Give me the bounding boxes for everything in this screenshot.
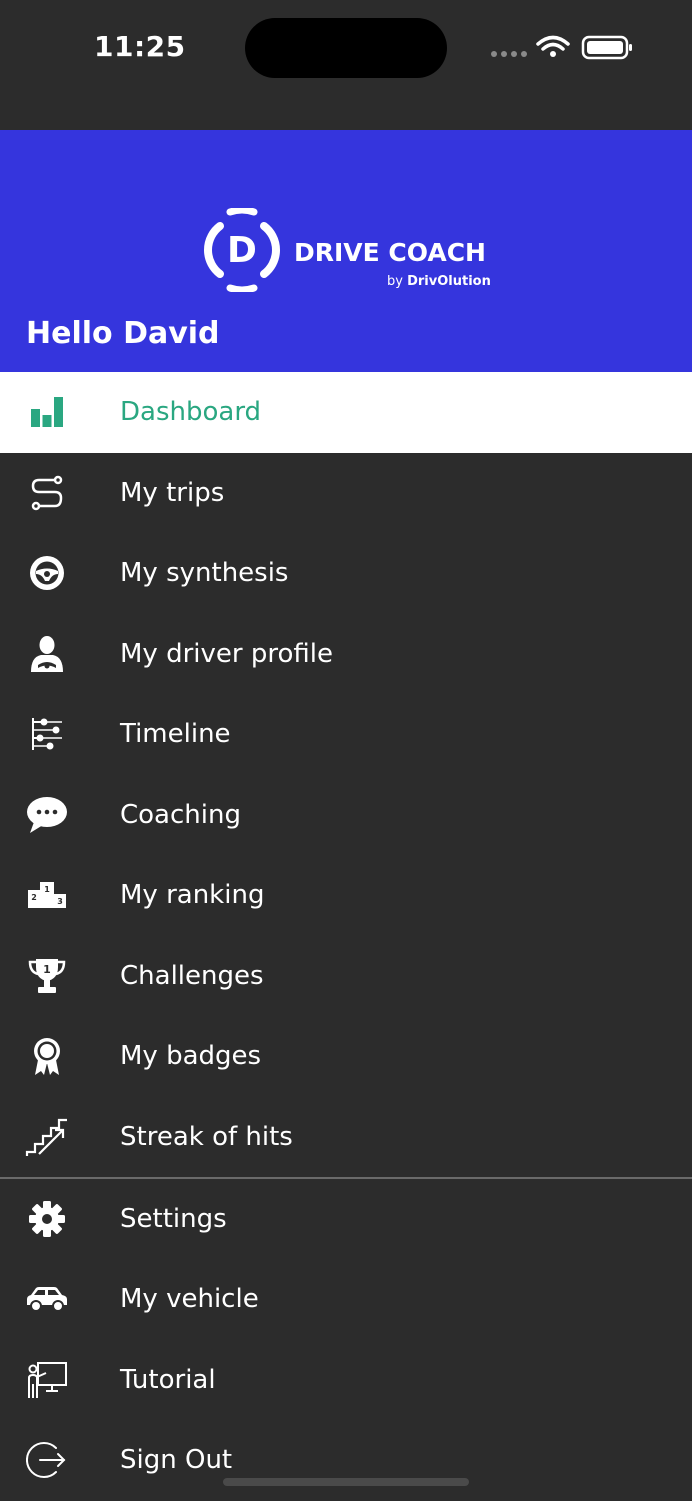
podium-icon: 1 2 3: [24, 872, 70, 918]
menu-label: Challenges: [120, 960, 264, 991]
battery-icon: [581, 35, 632, 60]
logo-letter: D: [227, 230, 257, 271]
gear-icon: [24, 1196, 70, 1242]
bar-chart-icon: [24, 389, 70, 435]
menu-label: Dashboard: [120, 397, 262, 428]
badge-icon: [24, 1033, 70, 1079]
menu-label: Settings: [120, 1203, 227, 1234]
menu-item-my-vehicle[interactable]: My vehicle: [0, 1259, 692, 1340]
drawer-menu: Dashboard My trips My synthesis My drive…: [0, 372, 692, 1501]
status-bar: 11:25: [0, 0, 692, 130]
menu-label: My trips: [120, 477, 225, 508]
menu-label: My synthesis: [120, 558, 289, 589]
menu-label: My badges: [120, 1041, 262, 1072]
menu-item-streak-of-hits[interactable]: Streak of hits: [0, 1097, 692, 1178]
menu-label: Timeline: [120, 719, 231, 750]
home-indicator[interactable]: [223, 1478, 469, 1486]
driver-icon: [24, 631, 70, 677]
menu-item-my-ranking[interactable]: 1 2 3 My ranking: [0, 855, 692, 936]
menu-item-challenges[interactable]: 1 Challenges: [0, 936, 692, 1017]
route-icon: [24, 470, 70, 516]
dynamic-island: [245, 18, 447, 78]
car-icon: [24, 1276, 70, 1322]
svg-text:2: 2: [31, 893, 37, 902]
svg-text:1: 1: [44, 885, 50, 894]
menu-item-tutorial[interactable]: Tutorial: [0, 1340, 692, 1421]
sign-out-icon: [24, 1437, 70, 1483]
menu-label: Streak of hits: [120, 1121, 293, 1152]
menu-label: My ranking: [120, 880, 265, 911]
menu-item-coaching[interactable]: Coaching: [0, 775, 692, 856]
svg-text:1: 1: [43, 963, 51, 976]
chat-bubble-icon: [24, 792, 70, 838]
menu-item-my-synthesis[interactable]: My synthesis: [0, 533, 692, 614]
stairs-icon: [24, 1114, 70, 1160]
menu-label: Coaching: [120, 799, 241, 830]
logo-by: by: [387, 274, 403, 289]
menu-label: My vehicle: [120, 1284, 259, 1315]
menu-item-my-trips[interactable]: My trips: [0, 453, 692, 534]
logo-subtitle: by DrivOlution: [387, 274, 491, 289]
menu-item-timeline[interactable]: Timeline: [0, 694, 692, 775]
presentation-icon: [24, 1357, 70, 1403]
menu-item-my-badges[interactable]: My badges: [0, 1016, 692, 1097]
wifi-icon: [536, 35, 570, 51]
menu-label: Sign Out: [120, 1445, 233, 1476]
status-time: 11:25: [94, 30, 186, 63]
logo-title: DRIVE COACH: [294, 238, 486, 267]
status-indicators: [490, 32, 635, 62]
menu-item-dashboard[interactable]: Dashboard: [0, 372, 692, 453]
menu-label: Tutorial: [120, 1364, 216, 1395]
signal-icon: [491, 35, 632, 60]
trophy-icon: 1: [24, 953, 70, 999]
steering-wheel-icon: [24, 550, 70, 596]
menu-label: My driver profile: [120, 638, 333, 669]
menu-item-my-driver-profile[interactable]: My driver profile: [0, 614, 692, 695]
svg-text:3: 3: [57, 897, 63, 906]
menu-item-settings[interactable]: Settings: [0, 1179, 692, 1260]
menu-item-sign-out[interactable]: Sign Out: [0, 1420, 692, 1501]
timeline-icon: [24, 711, 70, 757]
drive-coach-logo: D DRIVE COACH by DrivOlution: [200, 208, 500, 298]
logo-d-icon: D: [204, 208, 280, 292]
logo-brand: DrivOlution: [407, 274, 491, 289]
drawer-header: D DRIVE COACH by DrivOlution Hello David: [0, 130, 692, 372]
greeting: Hello David: [26, 316, 220, 351]
